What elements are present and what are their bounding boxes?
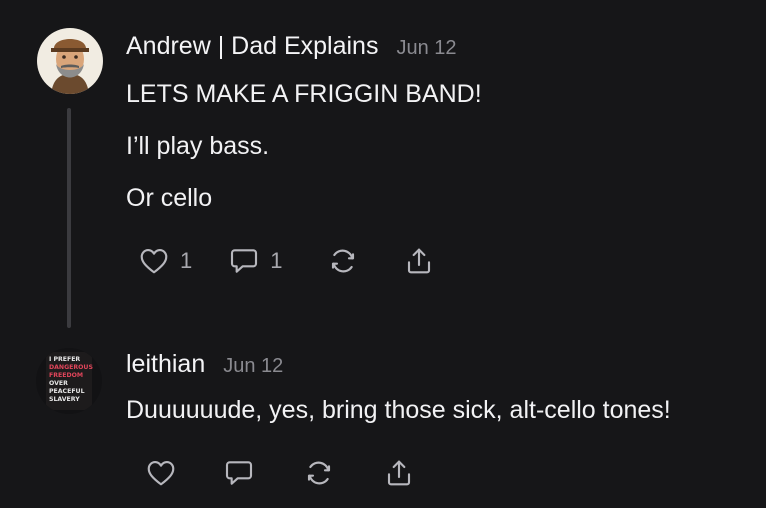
share-icon (383, 457, 415, 489)
like-button[interactable]: 1 (138, 245, 192, 277)
restack-button[interactable] (303, 457, 335, 489)
like-button[interactable] (145, 457, 177, 489)
svg-text:DANGEROUS: DANGEROUS (49, 364, 93, 371)
avatar[interactable]: I PREFER DANGEROUS FREEDOM OVER PEACEFUL… (36, 348, 102, 414)
restack-button[interactable] (327, 245, 359, 277)
thread-connector-line (67, 108, 71, 328)
share-button[interactable] (383, 457, 415, 489)
author-name[interactable]: Andrew | Dad Explains (126, 32, 378, 61)
comment-bubble-icon (228, 245, 260, 277)
reply-button[interactable]: 1 (228, 245, 283, 277)
comment-actions: 1 1 (138, 245, 435, 277)
comment-text: I’ll play bass. (126, 132, 270, 160)
comment-date[interactable]: Jun 12 (396, 37, 456, 60)
comment-date[interactable]: Jun 12 (223, 355, 283, 378)
comment-actions (145, 457, 415, 489)
svg-text:OVER: OVER (49, 380, 68, 387)
restack-icon (327, 245, 359, 277)
comment-text: LETS MAKE A FRIGGIN BAND! (126, 80, 482, 108)
comment-text: Duuuuuude, yes, bring those sick, alt-ce… (126, 396, 671, 424)
share-icon (403, 245, 435, 277)
author-name[interactable]: leithian (126, 350, 205, 379)
heart-icon (145, 457, 177, 489)
reply-count: 1 (270, 248, 283, 273)
svg-text:FREEDOM: FREEDOM (49, 372, 83, 379)
comment-text: Or cello (126, 184, 213, 212)
svg-text:SLAVERY: SLAVERY (49, 396, 80, 403)
share-button[interactable] (403, 245, 435, 277)
svg-text:I PREFER: I PREFER (49, 356, 80, 363)
svg-text:PEACEFUL: PEACEFUL (49, 388, 85, 395)
avatar-illustration (37, 28, 103, 94)
restack-icon (303, 457, 335, 489)
avatar-poster-image: I PREFER DANGEROUS FREEDOM OVER PEACEFUL… (36, 348, 102, 414)
reply-button[interactable] (223, 457, 255, 489)
like-count: 1 (180, 248, 193, 273)
comment-bubble-icon (223, 457, 255, 489)
heart-icon (138, 245, 170, 277)
avatar[interactable] (37, 28, 103, 94)
comment-header: Andrew | Dad Explains Jun 12 (126, 32, 457, 61)
comment-header: leithian Jun 12 (126, 350, 283, 379)
